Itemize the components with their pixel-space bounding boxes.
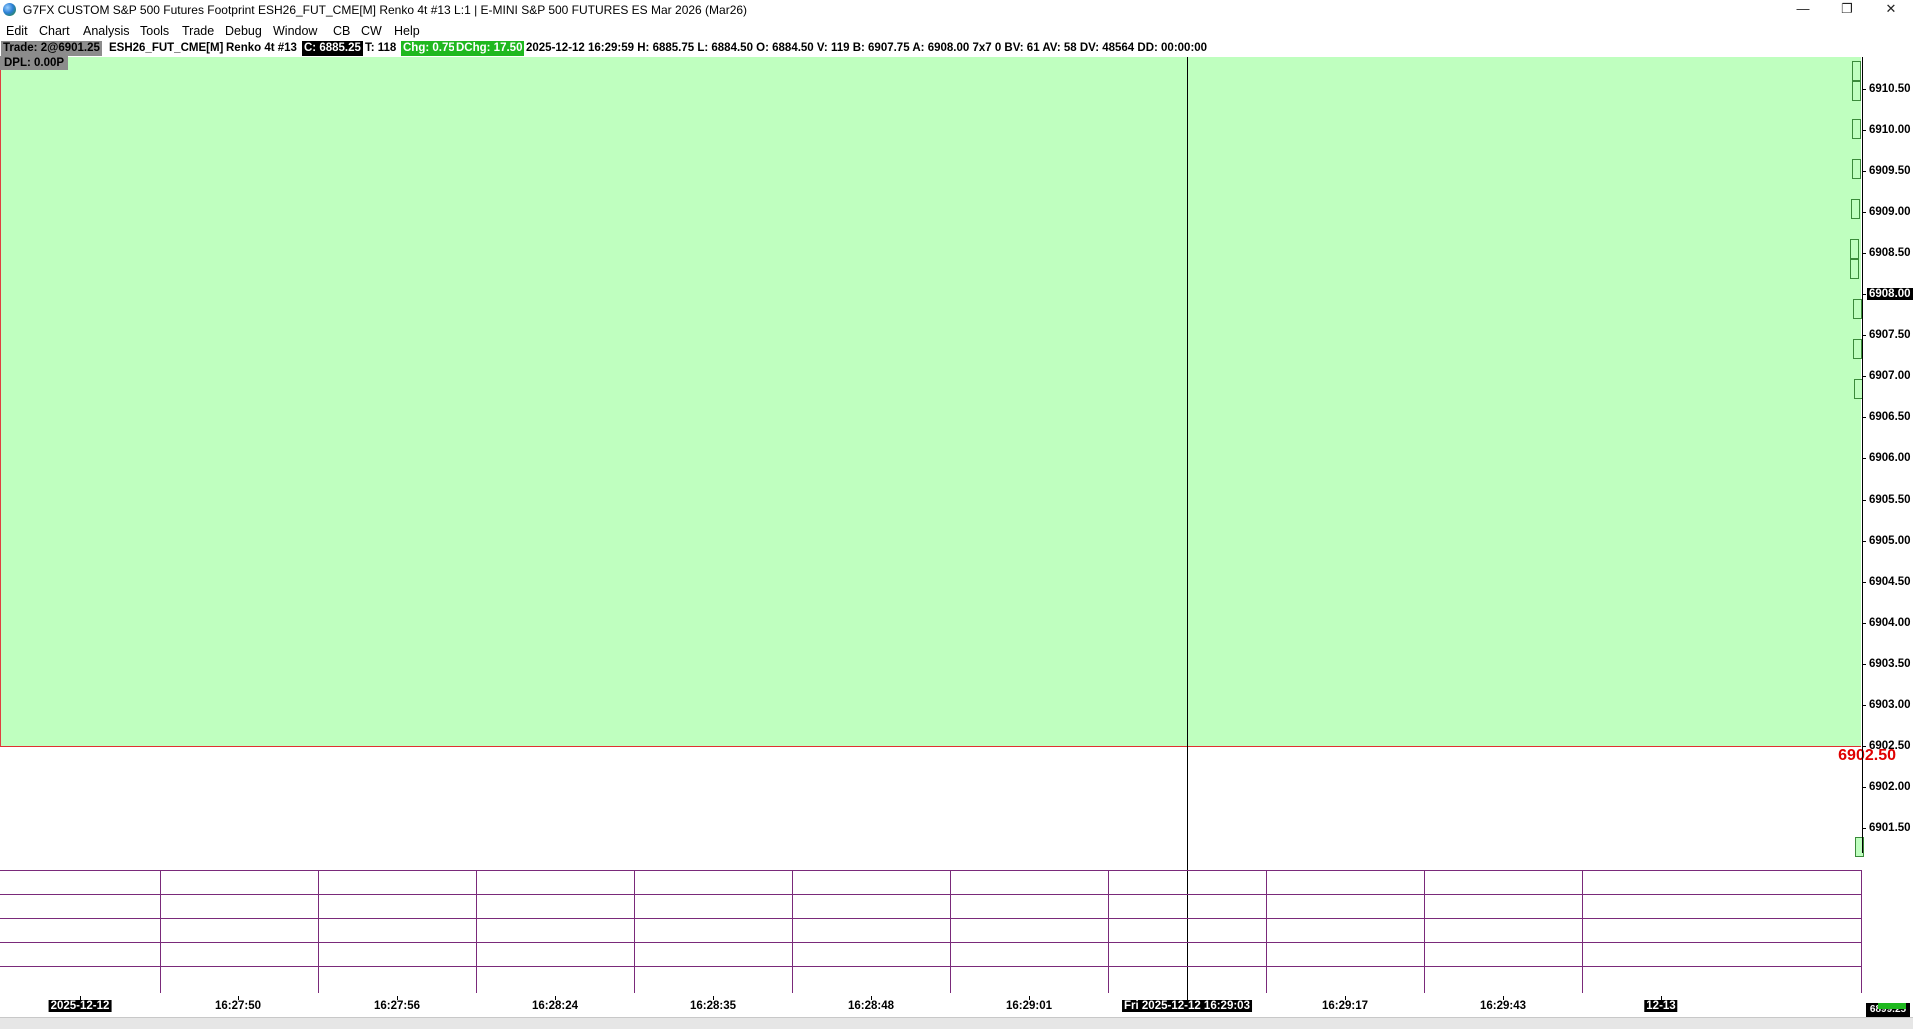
time-label: 16:27:50: [214, 1000, 262, 1012]
window-title: G7FX CUSTOM S&P 500 Futures Footprint ES…: [23, 3, 748, 17]
price-tick: 6902.00: [1862, 781, 1911, 793]
minimize-button[interactable]: —: [1781, 0, 1825, 19]
price-tick: 6907.50: [1862, 329, 1911, 341]
price-tick: 6905.00: [1862, 535, 1911, 547]
close-button[interactable]: ✕: [1869, 0, 1913, 19]
price-tick: 6906.00: [1862, 452, 1911, 464]
time-label-date: 12-13: [1644, 1000, 1678, 1012]
footprint-col-line: [1582, 870, 1583, 993]
time-label: 16:29:01: [1005, 1000, 1053, 1012]
footprint-col-line: [1108, 870, 1109, 993]
menu-debug[interactable]: Debug: [225, 24, 262, 38]
trade-chip: Trade: 2@6901.25: [1, 41, 102, 56]
footprint-col-line: [476, 870, 477, 993]
symbol-label: ESH26_FUT_CME[M]: [109, 42, 224, 54]
footprint-col-line: [160, 870, 161, 993]
menu-help[interactable]: Help: [394, 24, 420, 38]
price-tick: 6910.50: [1862, 83, 1911, 95]
menu-bar: Edit Chart Analysis Tools Trade Debug Wi…: [0, 21, 1913, 40]
close-price-chip: C: 6885.25: [302, 41, 363, 56]
footprint-col-line: [318, 870, 319, 993]
menu-chart[interactable]: Chart: [39, 24, 70, 38]
menu-cb[interactable]: CB: [333, 24, 350, 38]
daily-change-chip: DChg: 17.50: [454, 41, 525, 56]
price-tick: 6909.50: [1862, 165, 1911, 177]
price-tick: 6906.50: [1862, 411, 1911, 423]
price-tick: 6909.00: [1862, 206, 1911, 218]
tick-count-label: T: 118: [365, 42, 397, 54]
menu-analysis[interactable]: Analysis: [83, 24, 130, 38]
price-tick: 6905.50: [1862, 494, 1911, 506]
footprint-col-line: [950, 870, 951, 993]
price-tick: 6903.50: [1862, 658, 1911, 670]
renko-brick: [1850, 239, 1859, 259]
menu-tools[interactable]: Tools: [140, 24, 169, 38]
time-label: 16:29:17: [1321, 1000, 1369, 1012]
time-label: 16:27:56: [373, 1000, 421, 1012]
price-tick: 6904.50: [1862, 576, 1911, 588]
bar-stats-label: 2025-12-12 16:29:59 H: 6885.75 L: 6884.5…: [526, 42, 1208, 54]
maximize-button[interactable]: ❐: [1825, 0, 1869, 19]
time-label: 16:29:43: [1479, 1000, 1527, 1012]
footprint-col-line: [792, 870, 793, 993]
chart-type-label: Renko 4t #13: [226, 42, 297, 54]
crosshair-vertical-line: [1187, 57, 1188, 1003]
time-axis[interactable]: [0, 998, 1861, 1016]
renko-brick: [1852, 61, 1861, 81]
price-tick: 6910.00: [1862, 124, 1911, 136]
change-chip: Chg: 0.75: [401, 41, 457, 56]
corner-price-badge: 6899.25: [1866, 1003, 1910, 1017]
dpl-chip: DPL: 0.00P: [0, 56, 69, 70]
renko-brick: [1853, 299, 1862, 319]
app-globe-icon: [3, 3, 16, 16]
menu-window[interactable]: Window: [273, 24, 317, 38]
renko-brick: [1851, 199, 1860, 219]
renko-brick: [1850, 259, 1859, 279]
time-label-date: 2025-12-12: [48, 1000, 112, 1012]
footprint-col-line: [1424, 870, 1425, 993]
footprint-col-line: [634, 870, 635, 993]
price-tick: 6902.50: [1862, 740, 1911, 752]
price-tick: 6904.00: [1862, 617, 1911, 629]
renko-bricks: [1847, 57, 1864, 857]
price-tick: 6907.00: [1862, 370, 1911, 382]
time-label: 16:28:48: [847, 1000, 895, 1012]
footprint-col-line: [1861, 870, 1862, 993]
status-bar: [0, 1017, 1913, 1029]
price-tick: 6903.00: [1862, 699, 1911, 711]
crosshair-time-label: Fri 2025-12-12 16:29:03: [1122, 1000, 1252, 1012]
menu-trade[interactable]: Trade: [182, 24, 214, 38]
time-label: 16:28:24: [531, 1000, 579, 1012]
time-label: 16:28:35: [689, 1000, 737, 1012]
renko-brick: [1852, 81, 1861, 101]
menu-edit[interactable]: Edit: [6, 24, 28, 38]
title-bar: G7FX CUSTOM S&P 500 Futures Footprint ES…: [0, 0, 1913, 19]
renko-brick: [1852, 159, 1861, 179]
price-tick: 6908.50: [1862, 247, 1911, 259]
current-price-tick: 6908.00: [1862, 288, 1913, 300]
footprint-col-line: [1266, 870, 1267, 993]
renko-brick: [1852, 119, 1861, 139]
price-tick: 6901.50: [1862, 822, 1911, 834]
renko-brick: [1853, 339, 1862, 359]
chart-region[interactable]: [0, 57, 1861, 747]
menu-cw[interactable]: CW: [361, 24, 382, 38]
